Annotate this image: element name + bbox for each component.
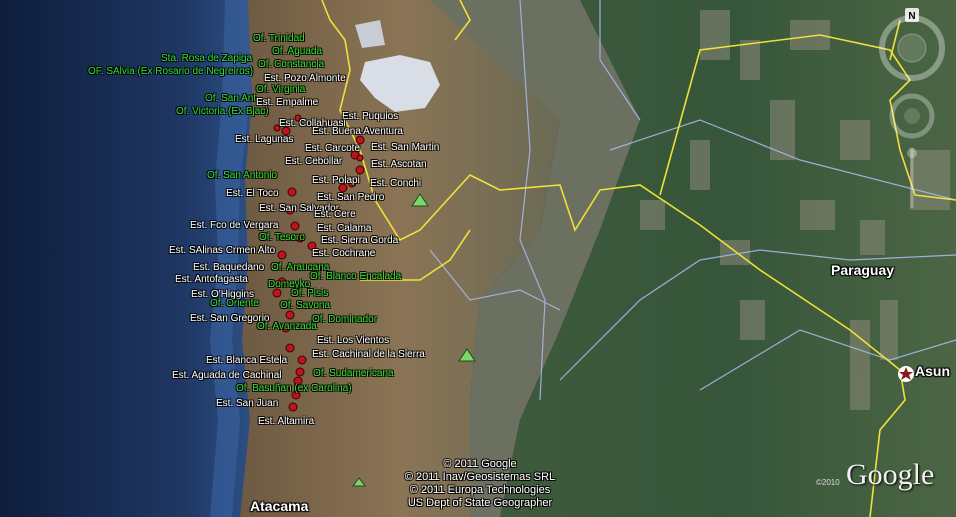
station-label[interactable]: Est. Cere xyxy=(314,209,356,220)
station-label[interactable]: Est. Aguada de Cachinal xyxy=(172,370,282,381)
station-label[interactable]: Est. Pozo Almonte xyxy=(264,73,346,84)
compass-north-icon: N xyxy=(908,11,915,22)
station-label[interactable]: Est. Cachinal de la Sierra xyxy=(312,349,425,360)
station-label[interactable]: OF. SAlvia (Ex Rosario de Negreiros) xyxy=(88,66,253,77)
credit-line: US Dept of State Geographer xyxy=(407,497,553,509)
credit-line: © 2011 Google xyxy=(443,458,517,470)
station-label[interactable]: Of. Trinidad xyxy=(253,33,305,44)
google-logo: Google xyxy=(846,458,935,491)
station-label[interactable]: Of. San Ant xyxy=(205,93,256,104)
look-joystick xyxy=(897,33,927,63)
station-label[interactable]: Est. Cebollar xyxy=(285,156,342,167)
station-label[interactable]: Of. Sudamericana xyxy=(313,368,394,379)
navigation-controls[interactable]: N xyxy=(872,8,952,208)
station-label[interactable]: Est. Sierra Gorda xyxy=(321,235,398,246)
station-label[interactable]: Est. Ascotan xyxy=(371,159,427,170)
station-label[interactable]: Est. Baquedano xyxy=(193,262,264,273)
station-label[interactable]: Of. Constancia xyxy=(258,59,324,70)
station-label[interactable]: Of. Savona xyxy=(280,300,330,311)
station-label[interactable]: Sta. Rosa de Zapiga xyxy=(161,53,252,64)
station-label[interactable]: Of. Pisis xyxy=(291,288,328,299)
map-credits: © 2011 Google © 2011 Inav/Geosistemas SR… xyxy=(382,458,578,510)
station-label[interactable]: Est. Antofagasta xyxy=(175,274,248,285)
station-label[interactable]: Est. San Juan xyxy=(216,398,278,409)
station-label[interactable]: Est. Carcote xyxy=(305,143,360,154)
city-label-asuncion: Asun xyxy=(915,363,950,379)
station-label[interactable]: Est. Altamira xyxy=(258,416,314,427)
logo-year: ©2010 xyxy=(816,478,840,487)
country-label-paraguay: Paraguay xyxy=(831,262,895,278)
station-label[interactable]: Est. Cochrane xyxy=(312,248,375,259)
station-label[interactable]: Of. Basuñan (ex Carolina) xyxy=(236,383,352,394)
station-label[interactable]: Est. El Toco xyxy=(226,188,279,199)
credit-line: © 2011 Europa Technologies xyxy=(409,484,551,496)
asuncion-marker xyxy=(898,366,914,382)
station-label[interactable]: Est. Fco de Vergara xyxy=(190,220,278,231)
zoom-in-icon xyxy=(907,148,917,158)
station-label[interactable]: Est. San Pedro xyxy=(317,192,384,203)
credit-line: © 2011 Inav/Geosistemas SRL xyxy=(404,471,556,483)
station-label[interactable]: Of. Aguada xyxy=(272,46,322,57)
map-view[interactable]: Of. Trinidad Of. Aguada Sta. Rosa de Zapig… xyxy=(0,0,956,517)
station-label[interactable]: Est. Polapi xyxy=(312,175,360,186)
station-label[interactable]: Est. Lagunas xyxy=(235,134,293,145)
station-label[interactable]: Of. San Antonio xyxy=(207,170,277,181)
station-label[interactable]: Est. SAlinas Crmen Alto xyxy=(169,245,275,256)
region-label-atacama: Atacama xyxy=(250,498,309,514)
station-label[interactable]: Of. Avanzada xyxy=(257,321,317,332)
station-label[interactable]: Est. Calama xyxy=(317,223,371,234)
station-label[interactable]: Est. San Martin xyxy=(371,142,439,153)
move-joystick-center xyxy=(904,108,920,124)
station-label[interactable]: Est. Conchi xyxy=(370,178,421,189)
station-label[interactable]: Est. Puquios xyxy=(342,111,398,122)
station-label[interactable]: Est. Los Vientos xyxy=(317,335,389,346)
station-label[interactable]: Est. Blanca Estela xyxy=(206,355,287,366)
satellite-terrain xyxy=(0,0,956,517)
station-label[interactable]: Of. Dominador xyxy=(312,314,377,325)
station-label[interactable]: Of. Blanco Encalada xyxy=(310,271,401,282)
station-label[interactable]: Of. Tesoro xyxy=(259,232,305,243)
station-label[interactable]: Of. Oriente xyxy=(210,298,259,309)
station-label[interactable]: Est. Buena Aventura xyxy=(312,126,403,137)
station-label[interactable]: Of. Victoria (Ex Bjac) xyxy=(176,106,269,117)
station-label[interactable]: Of. Virginia xyxy=(256,84,305,95)
